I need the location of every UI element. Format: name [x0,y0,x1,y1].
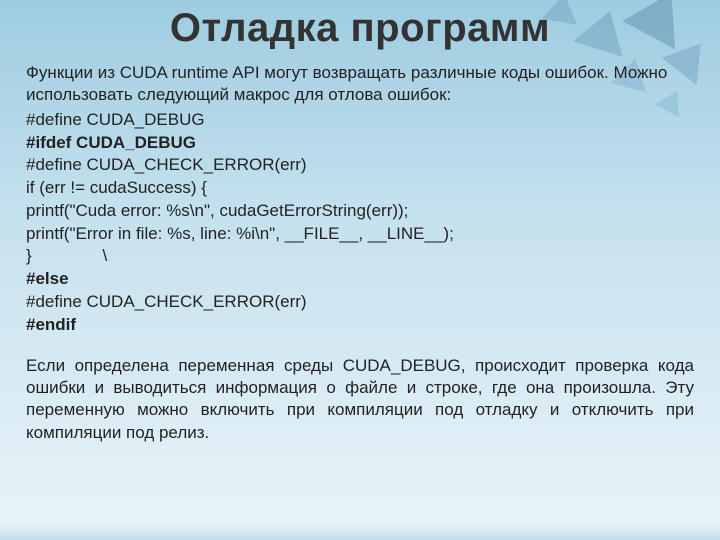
footer-gradient [0,524,720,540]
code-line: #define CUDA_DEBUG [26,109,694,132]
code-line: #endif [26,314,694,337]
code-line: #define CUDA_CHECK_ERROR(err) [26,291,694,314]
code-line: #define CUDA_CHECK_ERROR(err) [26,154,694,177]
code-line: #else [26,268,694,291]
intro-text: Функции из CUDA runtime API могут возвра… [26,62,694,107]
code-block: #define CUDA_DEBUG#ifdef CUDA_DEBUG#defi… [26,109,694,337]
code-line: #ifdef CUDA_DEBUG [26,132,694,155]
code-line: } \ [26,245,694,268]
slide-body: Функции из CUDA runtime API могут возвра… [26,62,694,444]
code-line: printf("Cuda error: %s\n", cudaGetErrorS… [26,200,694,223]
explanatory-paragraph: Если определена переменная среды CUDA_DE… [26,355,694,445]
slide: Отладка программ Функции из CUDA runtime… [0,0,720,540]
code-line: printf("Error in file: %s, line: %i\n", … [26,223,694,246]
code-line: if (err != cudaSuccess) { [26,177,694,200]
slide-title: Отладка программ [0,6,720,51]
